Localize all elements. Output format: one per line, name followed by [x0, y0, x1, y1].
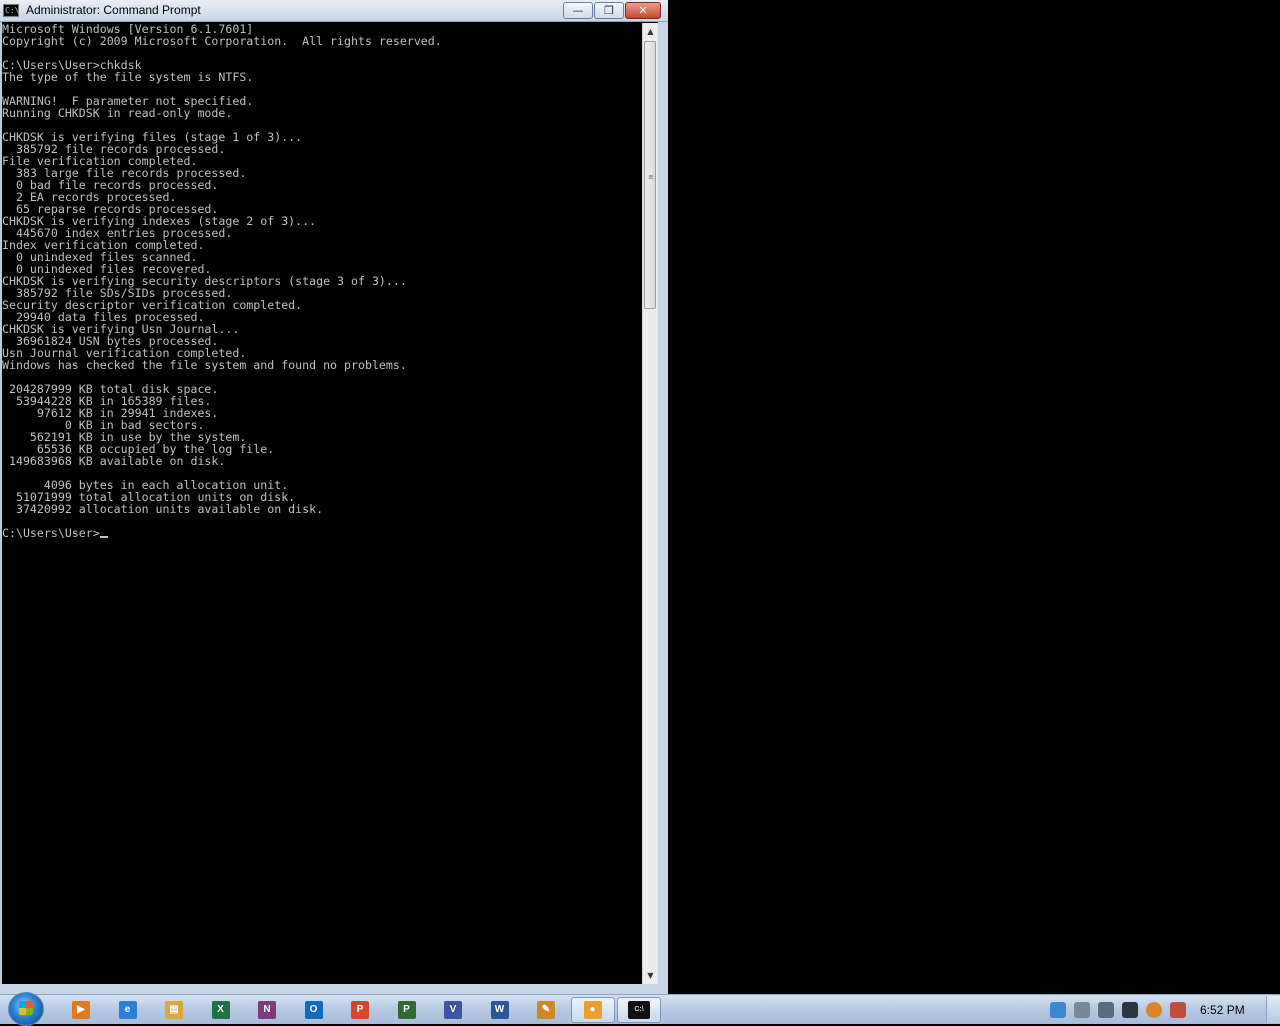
internet-explorer-icon: e	[118, 1001, 137, 1019]
excel-icon: X	[211, 1001, 230, 1019]
chrome-icon: ●	[583, 1001, 602, 1019]
network-icon[interactable]	[1098, 1002, 1114, 1018]
text-cursor	[99, 536, 108, 538]
console-line: Windows has checked the file system and …	[2, 358, 407, 372]
maximize-button[interactable]: ❐	[594, 2, 624, 19]
file-explorer-icon: ▤	[165, 1001, 183, 1019]
action-center-icon[interactable]	[1122, 1002, 1138, 1018]
console-line: The type of the file system is NTFS.	[2, 70, 254, 84]
taskbar-file-explorer[interactable]: ▤	[152, 997, 196, 1023]
scrollbar-thumb[interactable]: ≡	[644, 41, 656, 309]
outlook-icon: O	[304, 1001, 323, 1019]
command-prompt-window[interactable]: C:\ Administrator: Command Prompt — ❐ ✕ …	[0, 0, 668, 994]
command-prompt-icon: C:\	[628, 1001, 650, 1019]
console-line: Running CHKDSK in read-only mode.	[2, 106, 233, 120]
project-icon: P	[397, 1001, 416, 1019]
paint-icon: ✎	[537, 1001, 555, 1019]
window-frame-right	[658, 22, 668, 994]
clock[interactable]: 6:52 PM	[1200, 1003, 1245, 1017]
powerpoint-icon: P	[351, 1001, 369, 1019]
window-title: Administrator: Command Prompt	[26, 3, 201, 17]
taskbar-powerpoint[interactable]: P	[338, 997, 382, 1023]
show-desktop-button[interactable]	[1266, 996, 1280, 1023]
taskbar-excel[interactable]: X	[199, 997, 243, 1023]
console-prompt-line: C:\Users\User>	[2, 527, 642, 539]
start-button[interactable]	[8, 992, 44, 1026]
window-frame-bottom	[0, 984, 668, 994]
taskbar-command-prompt[interactable]: C:\	[617, 997, 661, 1023]
taskbar-chrome[interactable]: ●	[570, 997, 615, 1023]
warning-flag-icon[interactable]	[1170, 1002, 1186, 1018]
vertical-scrollbar[interactable]: ▲ ≡ ▼	[642, 23, 658, 984]
scroll-up-arrow-icon[interactable]: ▲	[643, 23, 658, 40]
taskbar-media-player[interactable]: ▶	[59, 997, 103, 1023]
taskbar-project[interactable]: P	[385, 997, 429, 1023]
taskbar-word[interactable]: W	[478, 997, 522, 1023]
update-icon[interactable]	[1146, 1002, 1162, 1018]
console-prompt: C:\Users\User>	[2, 526, 100, 540]
media-player-icon: ▶	[72, 1001, 90, 1019]
console-output[interactable]: Microsoft Windows [Version 6.1.7601] Cop…	[2, 23, 642, 984]
title-bar[interactable]: C:\ Administrator: Command Prompt — ❐ ✕	[0, 0, 668, 22]
taskbar-onenote[interactable]: N	[245, 997, 289, 1023]
taskbar-visio[interactable]: V	[431, 997, 475, 1023]
volume-icon[interactable]	[1074, 1002, 1090, 1018]
word-icon: W	[490, 1001, 509, 1019]
taskbar-paint[interactable]: ✎	[524, 997, 568, 1023]
scroll-grip-icon: ≡	[648, 173, 654, 181]
console-line: 37420992 allocation units available on d…	[2, 502, 324, 516]
system-tray	[1048, 995, 1280, 1024]
console-line: 149683968 KB available on disk.	[2, 454, 226, 468]
console-line: Copyright (c) 2009 Microsoft Corporation…	[2, 34, 442, 48]
windows-logo-icon	[19, 1001, 33, 1015]
minimize-button[interactable]: —	[563, 2, 593, 19]
taskbar-outlook[interactable]: O	[292, 997, 336, 1023]
language-icon[interactable]	[1050, 1002, 1066, 1018]
visio-icon: V	[444, 1001, 462, 1019]
cmd-icon[interactable]: C:\	[3, 4, 19, 17]
scroll-down-arrow-icon[interactable]: ▼	[643, 967, 658, 984]
taskbar-internet-explorer[interactable]: e	[106, 997, 150, 1023]
onenote-icon: N	[258, 1001, 276, 1019]
close-button[interactable]: ✕	[625, 2, 661, 19]
console-text: Microsoft Windows [Version 6.1.7601] Cop…	[2, 23, 642, 527]
taskbar: ▶ e ▤ X N O P P V W ✎ ● C:\ 6:52 PM	[0, 992, 1280, 1026]
